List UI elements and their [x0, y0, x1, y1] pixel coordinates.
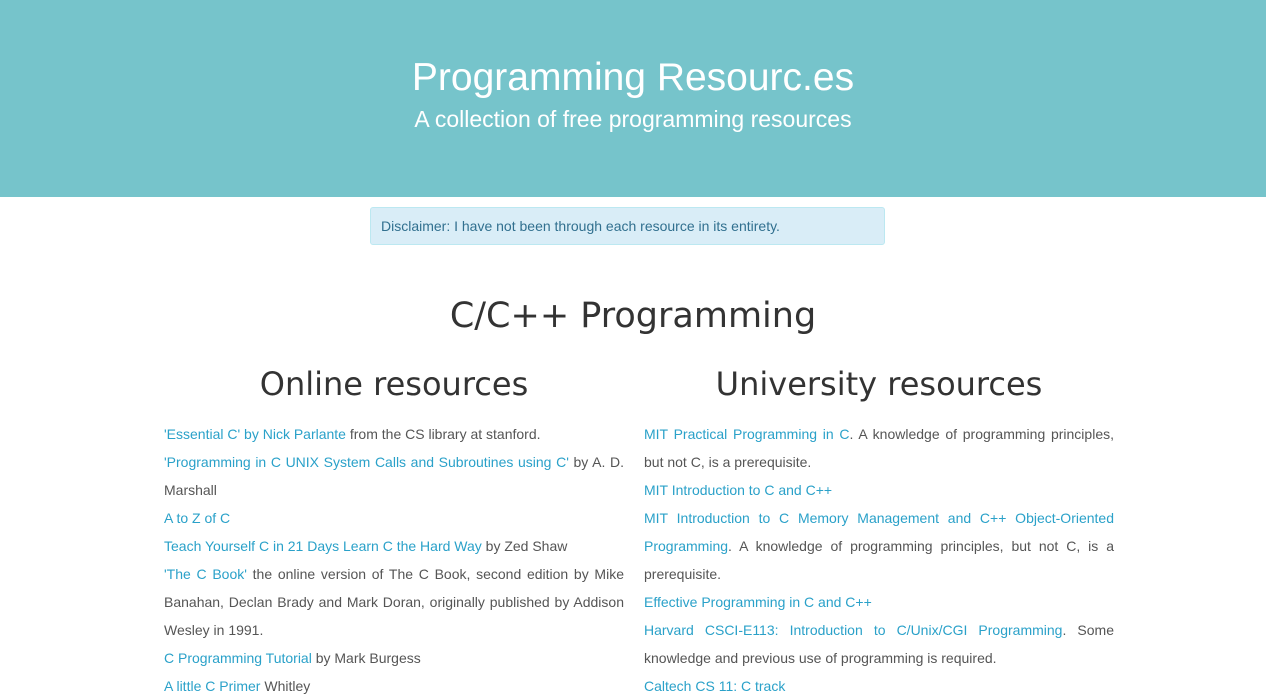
resource-link[interactable]: Effective Programming in C and C++ [644, 594, 872, 610]
hero-banner: Programming Resourc.es A collection of f… [0, 0, 1266, 197]
list-item: A little C Primer Whitley [164, 672, 624, 700]
disclaimer-alert: Disclaimer: I have not been through each… [370, 207, 885, 245]
resource-link[interactable]: Caltech CS 11: C track [644, 678, 785, 694]
list-item: 'Essential C' by Nick Parlante from the … [164, 420, 624, 448]
list-item: Caltech CS 11: C track [644, 672, 1114, 700]
resource-description: by Zed Shaw [481, 538, 568, 554]
list-item: MIT Introduction to C Memory Management … [644, 504, 1114, 588]
list-item: 'The C Book' the online version of The C… [164, 560, 624, 644]
site-subtitle: A collection of free programming resourc… [414, 106, 852, 132]
list-item: A to Z of C [164, 504, 624, 532]
resource-link[interactable]: MIT Practical Programming in C [644, 426, 850, 442]
resource-link[interactable]: MIT Introduction to C and C++ [644, 482, 832, 498]
list-item: C Programming Tutorial by Mark Burgess [164, 644, 624, 672]
online-resources-heading: Online resources [259, 365, 529, 403]
resource-link[interactable]: 'Essential C' by Nick Parlante [164, 426, 346, 442]
site-title: Programming Resourc.es [411, 56, 855, 99]
list-item: Effective Programming in C and C++ [644, 588, 1114, 616]
resource-link[interactable]: 'The C Book' [164, 566, 247, 582]
resource-description: from the CS library at stanford. [345, 426, 541, 442]
resource-description: by Mark Burgess [311, 650, 421, 666]
resource-link[interactable]: 'Programming in C UNIX System Calls and … [164, 454, 569, 470]
resource-link[interactable]: A to Z of C [164, 510, 230, 526]
university-resources-column: University resources MIT Practical Progr… [644, 362, 1114, 700]
resource-link[interactable]: A little C Primer [164, 678, 260, 694]
resource-description: Whitley [260, 678, 311, 694]
resource-link[interactable]: Teach Yourself C in 21 Days [164, 538, 339, 554]
list-item: 'Programming in C UNIX System Calls and … [164, 448, 624, 504]
list-item: Teach Yourself C in 21 Days Learn C the … [164, 532, 624, 560]
list-item: Harvard CSCI-E113: Introduction to C/Uni… [644, 616, 1114, 672]
resource-link[interactable]: C Programming Tutorial [164, 650, 312, 666]
university-resources-heading: University resources [715, 365, 1043, 403]
section-title: C/C++ Programming [449, 296, 817, 336]
online-resources-column: Online resources 'Essential C' by Nick P… [164, 362, 624, 700]
list-item: MIT Introduction to C and C++ [644, 476, 1114, 504]
list-item: MIT Practical Programming in C. A knowle… [644, 420, 1114, 476]
resource-link[interactable]: Learn C the Hard Way [343, 538, 482, 554]
resource-link[interactable]: Harvard CSCI-E113: Introduction to C/Uni… [644, 622, 1062, 638]
